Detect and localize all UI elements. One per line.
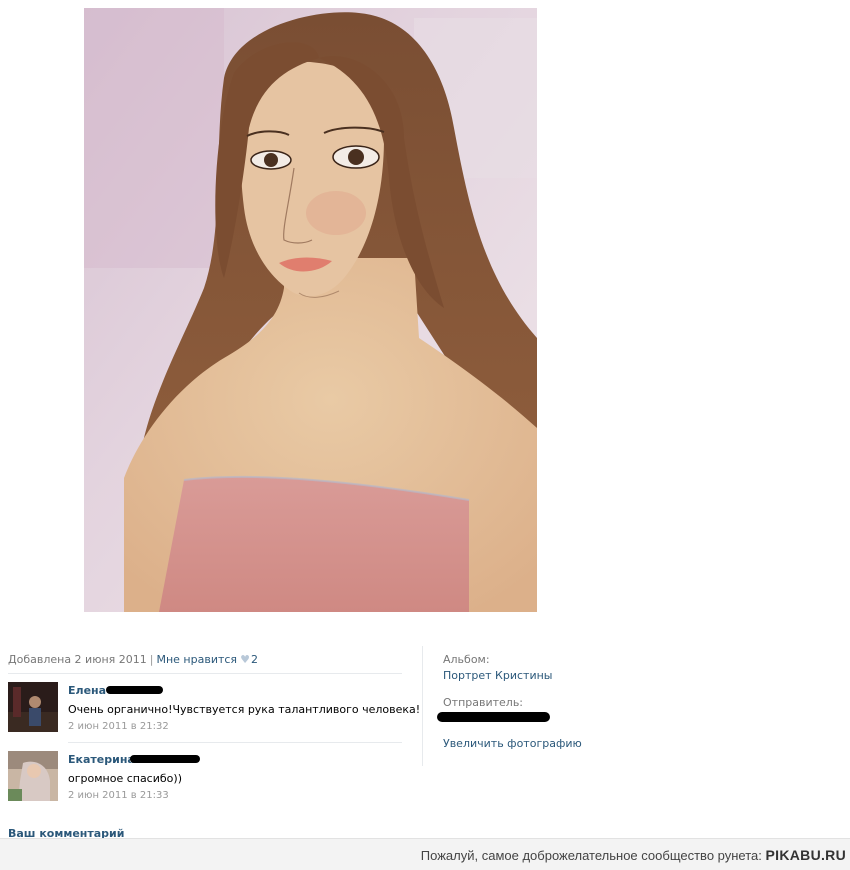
sender-redaction-mark	[437, 712, 550, 722]
comment-author[interactable]: Елена	[68, 684, 106, 697]
comment-author[interactable]: Екатерина	[68, 753, 135, 766]
column-separator	[422, 646, 423, 766]
footer-banner: Пожалуй, самое доброжелательное сообщест…	[0, 838, 850, 870]
redaction-mark	[130, 755, 200, 763]
avatar[interactable]	[8, 682, 58, 732]
slogan-text: Пожалуй, самое доброжелательное сообщест…	[420, 848, 762, 863]
avatar[interactable]	[8, 751, 58, 801]
avatar-image	[8, 682, 58, 732]
avatar-image	[8, 751, 58, 801]
heart-icon[interactable]: ♥	[240, 653, 250, 666]
added-date: Добавлена 2 июня 2011	[8, 653, 147, 666]
redaction-mark	[106, 686, 163, 694]
album-link[interactable]: Портрет Кристины	[443, 669, 552, 682]
comment-date[interactable]: 2 июн 2011 в 21:32	[68, 721, 169, 732]
enlarge-photo-link[interactable]: Увеличить фотографию	[443, 737, 582, 750]
sender-label: Отправитель:	[443, 696, 524, 709]
meta-separator: |	[149, 653, 154, 666]
comment-text: огромное спасибо))	[68, 772, 182, 785]
brand-name: PIKABU.RU	[765, 847, 846, 863]
photo-meta: Добавлена 2 июня 2011 | Мне нравится ♥2	[8, 653, 258, 666]
comment-date[interactable]: 2 июн 2011 в 21:33	[68, 790, 169, 801]
main-photo[interactable]	[84, 8, 537, 612]
portrait-drawing	[84, 8, 537, 612]
like-count[interactable]: 2	[251, 653, 258, 666]
like-button[interactable]: Мне нравится	[156, 653, 237, 666]
comment-text: Очень органично!Чувствуется рука талантл…	[68, 703, 421, 716]
comment-item: Екатерина огромное спасибо)) 2 июн 2011 …	[8, 743, 402, 803]
footer-slogan: Пожалуй, самое доброжелательное сообщест…	[421, 847, 846, 863]
comment-item: Елена Очень органично!Чувствуется рука т…	[8, 674, 420, 734]
album-label: Альбом:	[443, 653, 490, 666]
